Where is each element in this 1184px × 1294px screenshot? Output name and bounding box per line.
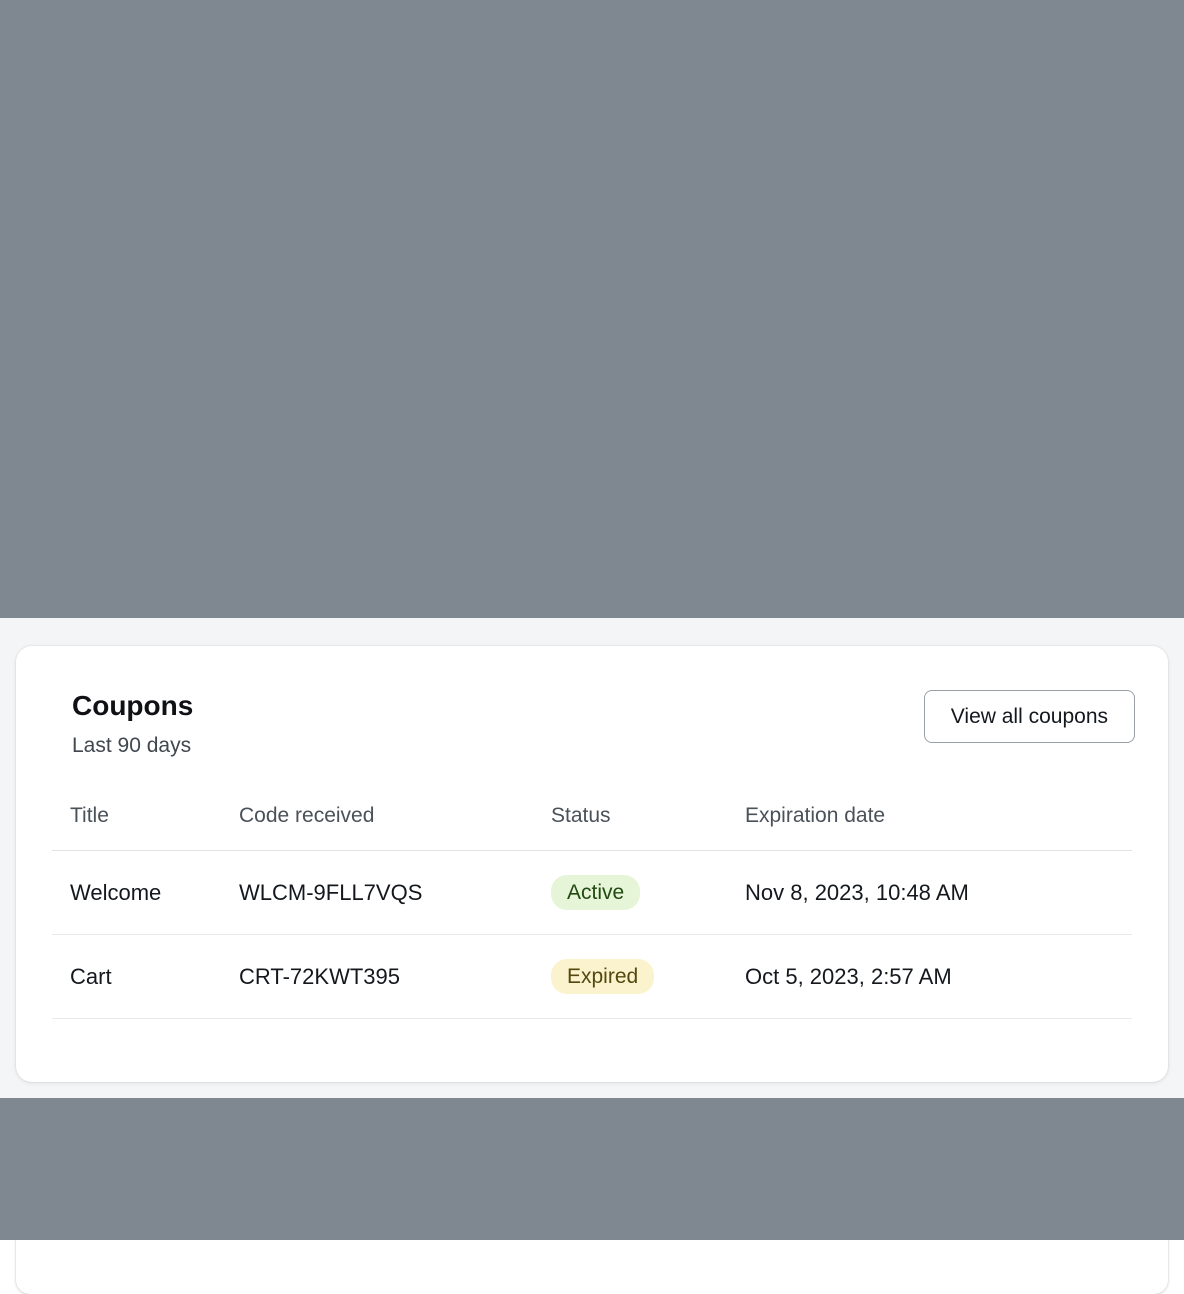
coupon-title-link[interactable]: Cart	[52, 935, 239, 1019]
coupon-code: CRT-72KWT395	[239, 935, 551, 1019]
coupons-subtitle: Last 90 days	[72, 734, 193, 758]
check-circle-icon	[246, 319, 268, 341]
column-header-expiration: Expiration date	[745, 804, 1132, 851]
kebab-dot	[1122, 316, 1128, 322]
table-header-row: Title Code received Status Expiration da…	[52, 804, 1132, 851]
profile-contact-summary: jamie@gmail.com • +1952609283 • MN, Unit…	[28, 120, 1156, 147]
email-status-badge: Subscribed	[230, 312, 389, 348]
page-title: Jamie Jones	[28, 60, 1156, 103]
coupon-status-cell: Expired	[551, 935, 745, 1019]
profile-page: All profiles Jamie Jones jamie@gmail.com…	[0, 0, 1184, 1240]
coupon-title-link[interactable]: Welcome	[52, 851, 239, 935]
view-all-coupons-button[interactable]: View all coupons	[924, 690, 1135, 743]
coupon-status-cell: Active	[551, 851, 745, 935]
back-to-all-profiles-link[interactable]: All profiles	[28, 14, 155, 36]
coupons-table-header: Title Code received Status Expiration da…	[52, 804, 1132, 851]
arrow-left-icon	[28, 15, 55, 35]
coupons-table-body: Welcome WLCM-9FLL7VQS Active Nov 8, 2023…	[52, 851, 1132, 1019]
tab-lists-and-segments[interactable]: Lists and segments	[370, 179, 551, 225]
chevron-down-icon[interactable]	[76, 512, 110, 536]
email-channel-card[interactable]: Email Subscribed	[16, 258, 1168, 402]
table-row: Cart CRT-72KWT395 Expired Oct 5, 2023, 2…	[52, 935, 1132, 1019]
status-badge: Expired	[551, 959, 654, 994]
chevron-down-icon[interactable]	[76, 318, 110, 342]
coupon-expiration-date: Nov 8, 2023, 10:48 AM	[745, 851, 1132, 935]
profile-header: All profiles Jamie Jones jamie@gmail.com…	[0, 0, 1184, 225]
sms-status-label: Never subscribed	[265, 513, 413, 535]
table-row: Welcome WLCM-9FLL7VQS Active Nov 8, 2023…	[52, 851, 1132, 935]
coupon-code: WLCM-9FLL7VQS	[239, 851, 551, 935]
no-entry-icon	[233, 513, 255, 535]
kebab-dot	[1122, 327, 1128, 333]
coupon-expiration-date: Oct 5, 2023, 2:57 AM	[745, 935, 1132, 1019]
status-badge: Active	[551, 875, 640, 910]
coupons-card: Coupons Last 90 days View all coupons Ti…	[16, 646, 1168, 1082]
profile-tabs: Details Metrics and insights Lists and s…	[28, 179, 1156, 225]
custom-properties-card: Custom properties Add custom property	[16, 1134, 1168, 1294]
custom-properties-title: Custom properties	[58, 1189, 307, 1221]
column-header-code: Code received	[239, 804, 551, 851]
email-card-menu-button[interactable]	[1110, 308, 1140, 352]
add-custom-property-button[interactable]: Add custom property	[875, 1178, 1123, 1231]
sms-channel-card[interactable]: SMS Never subscribed	[16, 452, 1168, 596]
email-status-label: Subscribed	[278, 319, 373, 341]
email-channel-title: Email	[140, 315, 212, 346]
sms-channel-title: SMS	[140, 509, 199, 540]
coupons-table: Title Code received Status Expiration da…	[52, 804, 1132, 1019]
coupons-title: Coupons	[72, 690, 193, 722]
column-header-status: Status	[551, 804, 745, 851]
back-link-label: All profiles	[67, 14, 155, 36]
kebab-dot	[1122, 338, 1128, 344]
tab-details[interactable]: Details	[28, 179, 97, 225]
tab-metrics-and-insights[interactable]: Metrics and insights	[141, 179, 327, 225]
sms-status-badge: Never subscribed	[217, 506, 429, 542]
tabs-divider	[28, 242, 1184, 243]
column-header-title: Title	[52, 804, 239, 851]
